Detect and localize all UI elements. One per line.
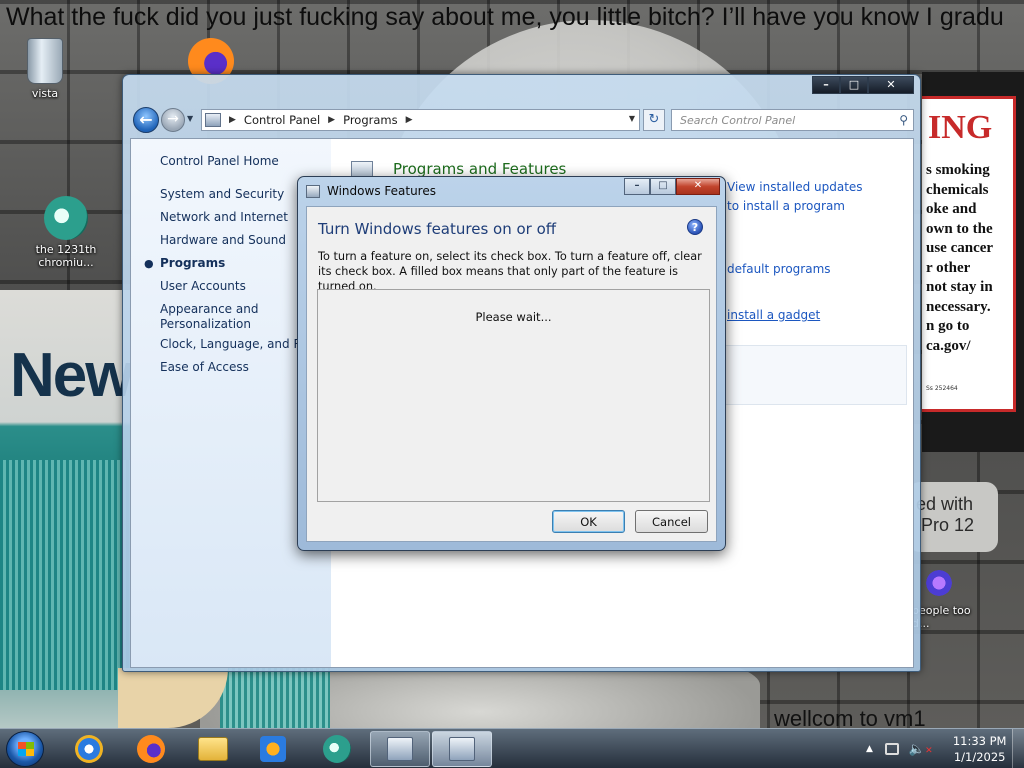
wallpaper-welcome-text: wellcom to vm1 (774, 706, 926, 728)
show-hidden-icons-button[interactable]: ▲ (866, 744, 873, 754)
warning-card: ING s smoking chemicals oke and own to t… (922, 72, 1024, 452)
taskbar-file-explorer[interactable] (186, 732, 240, 766)
dialog-close-button[interactable]: ✕ (676, 178, 720, 195)
refresh-button[interactable]: ↻ (643, 109, 665, 131)
volume-muted-icon[interactable]: 🔈✕ (909, 742, 933, 757)
nav-appearance-and-personalization[interactable]: Appearance and Personalization (160, 302, 260, 332)
desktop-icon-label: the 1231th chromiu... (35, 243, 97, 269)
network-icon[interactable] (884, 743, 899, 755)
feature-list[interactable]: Please wait... (317, 289, 710, 502)
install-program-link[interactable]: to install a program (727, 199, 845, 213)
dialog-body: Turn Windows features on or off ? To tur… (306, 206, 717, 542)
close-button[interactable]: ✕ (868, 76, 914, 94)
warning-card-inner: ING s smoking chemicals oke and own to t… (922, 96, 1016, 412)
minimize-button[interactable]: – (812, 76, 840, 94)
search-placeholder: Search Control Panel (680, 114, 796, 127)
desktop-icon-vista[interactable]: vista (7, 38, 83, 100)
taskbar-media-player[interactable] (246, 732, 300, 766)
ok-button[interactable]: OK (552, 510, 625, 533)
system-tray: ▲ 🔈✕ 11:33 PM 1/1/2025 (866, 729, 1013, 768)
clock[interactable]: 11:33 PM 1/1/2025 (947, 733, 1013, 765)
cancel-button[interactable]: Cancel (635, 510, 708, 533)
wallpaper-banner-text: What the fuck did you just fucking say a… (6, 3, 1004, 31)
refresh-icon: ↻ (648, 112, 660, 127)
taskbar-control-panel-task[interactable] (370, 731, 430, 767)
windows-features-icon (449, 737, 475, 761)
desktop-icon-people[interactable]: people too d... (912, 568, 972, 630)
breadcrumb-control-panel[interactable]: Control Panel (244, 113, 320, 127)
warning-body: s smoking chemicals oke and own to the u… (926, 162, 994, 354)
pro-badge: ed with Pro 12 (908, 482, 998, 552)
start-button[interactable] (6, 731, 44, 767)
control-panel-icon (387, 737, 413, 761)
warning-code: Ss 252464 (926, 385, 958, 392)
chromium-icon (323, 735, 351, 763)
search-input[interactable]: Search Control Panel ⚲ (671, 109, 914, 131)
wallpaper-stripes (0, 460, 130, 690)
taskbar-firefox[interactable] (124, 732, 178, 766)
show-desktop-button[interactable] (1012, 729, 1024, 768)
clock-date: 1/1/2025 (953, 750, 1006, 764)
search-icon[interactable]: ⚲ (899, 113, 908, 127)
taskbar-chromium[interactable] (310, 732, 364, 766)
current-page-bullet: ● (144, 257, 154, 270)
breadcrumb-chevron-icon[interactable]: ▶ (328, 115, 335, 125)
view-installed-updates-link[interactable]: View installed updates (727, 180, 863, 194)
control-panel-icon (205, 113, 221, 127)
dialog-title: Windows Features (327, 184, 436, 198)
gadgets-panel (723, 345, 907, 405)
address-bar[interactable]: ▶ Control Panel ▶ Programs ▶ ▼ (201, 109, 640, 131)
clock-time: 11:33 PM (952, 734, 1007, 748)
back-arrow-icon: ← (139, 110, 153, 129)
taskbar-windows-features-task[interactable] (432, 731, 492, 767)
breadcrumb-chevron-icon[interactable]: ▶ (229, 115, 236, 125)
recycle-bin-icon (27, 38, 63, 84)
warning-title: ING (928, 109, 993, 146)
media-player-icon (260, 736, 286, 762)
forward-arrow-icon: → (167, 111, 179, 127)
dialog-minimize-button[interactable]: – (624, 178, 650, 195)
address-dropdown-icon[interactable]: ▼ (629, 114, 635, 123)
desktop-icon-label: vista (31, 87, 59, 100)
dialog-maximize-button[interactable]: □ (650, 178, 676, 195)
internet-explorer-icon (75, 735, 103, 763)
recent-pages-dropdown[interactable]: ▼ (187, 114, 193, 123)
install-gadget-link[interactable]: install a gadget (727, 308, 820, 322)
file-explorer-icon (198, 737, 228, 761)
forward-button[interactable]: → (161, 108, 185, 132)
taskbar: ▲ 🔈✕ 11:33 PM 1/1/2025 (0, 728, 1024, 768)
firefox-icon (137, 735, 165, 763)
pro-badge-text: ed with Pro 12 (916, 494, 975, 535)
app-icon (924, 568, 954, 598)
dialog-description: To turn a feature on, select its check b… (318, 250, 702, 293)
breadcrumb-chevron-icon[interactable]: ▶ (406, 115, 413, 125)
dialog-heading: Turn Windows features on or off (318, 220, 557, 238)
desktop-icon-chromium[interactable]: the 1231th chromiu... (28, 196, 104, 269)
windows-features-icon (306, 185, 320, 198)
breadcrumb-programs[interactable]: Programs (343, 113, 398, 127)
control-panel-home-link[interactable]: Control Panel Home (160, 154, 279, 168)
chromium-icon (44, 196, 88, 240)
nav-programs-label: Programs (160, 256, 226, 270)
window-controls: – □ ✕ (812, 76, 914, 94)
taskbar-internet-explorer[interactable] (62, 732, 116, 766)
maximize-button[interactable]: □ (840, 76, 868, 94)
help-icon[interactable]: ? (687, 219, 703, 235)
dialog-titlebar[interactable]: Windows Features – □ ✕ (298, 177, 725, 205)
windows-features-dialog: Windows Features – □ ✕ Turn Windows feat… (297, 176, 726, 551)
dialog-window-controls: – □ ✕ (624, 178, 720, 195)
windows-logo-icon (18, 742, 34, 756)
back-button[interactable]: ← (133, 107, 159, 133)
loading-status: Please wait... (475, 310, 552, 324)
default-programs-link[interactable]: default programs (727, 262, 831, 276)
